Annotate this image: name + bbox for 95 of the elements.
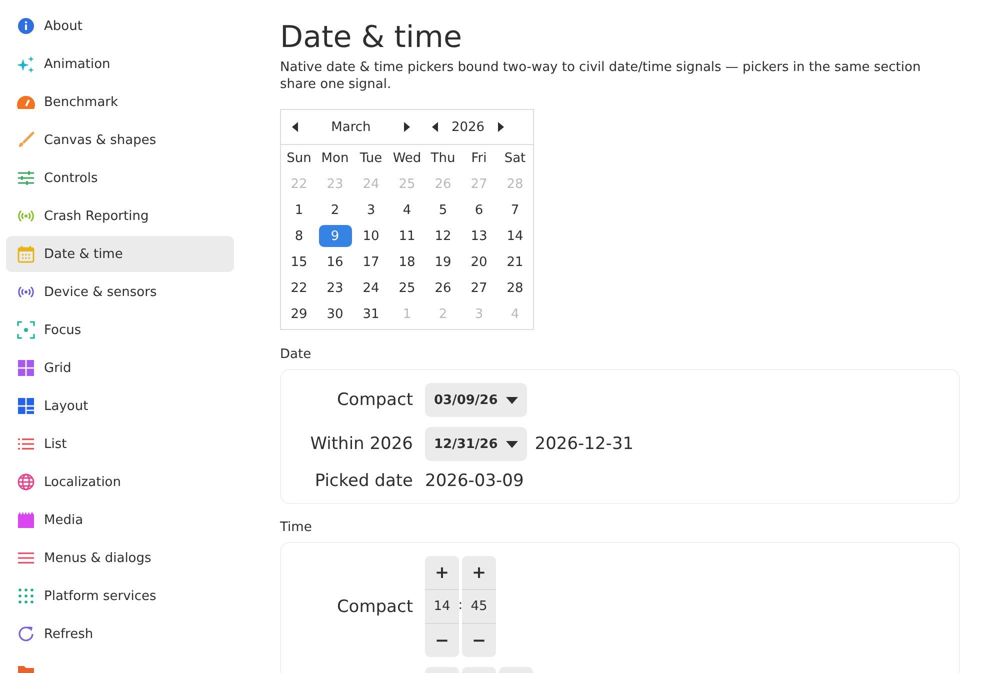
sidebar-item[interactable]: Menus & dialogs <box>6 540 234 576</box>
calendar-day[interactable]: 30 <box>318 303 352 325</box>
decrement-button[interactable]: − <box>462 624 496 657</box>
field-label: Compact <box>336 596 413 616</box>
calendar-day[interactable]: 24 <box>354 277 388 299</box>
calendar-day[interactable]: 21 <box>498 251 532 273</box>
calendar-day[interactable]: 10 <box>354 225 388 247</box>
date-readout: 2026-12-31 <box>534 434 634 454</box>
sidebar-item[interactable]: Date & time <box>6 236 234 272</box>
calendar-day[interactable]: 17 <box>354 251 388 273</box>
weekday-label: Thu <box>430 150 456 166</box>
caret-icon <box>506 396 518 404</box>
caret-icon <box>506 440 518 448</box>
weekday-label: Mon <box>321 150 349 166</box>
calendar-day[interactable]: 28 <box>498 277 532 299</box>
sidebar-item[interactable]: Focus <box>6 312 234 348</box>
brush-icon <box>17 131 35 149</box>
calendar-day[interactable]: 14 <box>498 225 532 247</box>
sidebar-item[interactable]: Platform services <box>6 578 234 614</box>
calendar-day[interactable]: 31 <box>354 303 388 325</box>
increment-button[interactable]: + <box>462 556 496 589</box>
calendar-day[interactable]: 15 <box>282 251 316 273</box>
calendar-day[interactable]: 16 <box>318 251 352 273</box>
clapperboard-icon <box>17 511 35 529</box>
sidebar-item[interactable]: Benchmark <box>6 84 234 120</box>
sidebar-item[interactable]: Controls <box>6 160 234 196</box>
time-separator: : <box>457 597 464 615</box>
sidebar-item[interactable]: List <box>6 426 234 462</box>
sidebar-item[interactable]: Refresh <box>6 616 234 652</box>
sparkle-icon <box>17 55 35 73</box>
sidebar-item[interactable]: Media <box>6 502 234 538</box>
weekday-label: Sun <box>286 150 312 166</box>
field-label: Picked date <box>314 471 413 491</box>
increment-button[interactable]: + <box>425 556 459 589</box>
calendar-day[interactable]: 2 <box>318 199 352 221</box>
date-picker-button[interactable]: 12/31/26 <box>425 427 527 461</box>
page-title: Date & time <box>280 20 463 55</box>
calendar-day[interactable]: 6 <box>462 199 496 221</box>
sidebar-item[interactable]: About <box>6 8 234 44</box>
sidebar-item[interactable]: Device & sensors <box>6 274 234 310</box>
calendar-day[interactable]: 12 <box>426 225 460 247</box>
sidebar-item[interactable]: Layout <box>6 388 234 424</box>
calendar-day[interactable]: 22 <box>282 277 316 299</box>
sliders-icon <box>17 169 35 187</box>
page-description: Native date & time pickers bound two-way to civil date/time signals — pickers in the same section share one signal. <box>280 59 922 93</box>
year-label: 2026 <box>450 120 486 134</box>
calendar-day[interactable]: 11 <box>390 225 424 247</box>
section-label: Date <box>280 347 312 362</box>
sidebar-item[interactable]: Crash Reporting <box>6 198 234 234</box>
calendar-day[interactable]: 23 <box>318 277 352 299</box>
calendar-day[interactable]: 19 <box>426 251 460 273</box>
gauge-icon <box>17 93 35 111</box>
weekday-label: Fri <box>471 150 487 166</box>
field-label: Within 2026 <box>309 434 413 454</box>
calendar-day[interactable]: 4 <box>390 199 424 221</box>
calendar-day[interactable]: 5 <box>426 199 460 221</box>
calendar-day[interactable]: 9 <box>318 225 352 247</box>
next-month-arrow[interactable] <box>403 121 411 133</box>
previous-year-arrow[interactable] <box>431 121 439 133</box>
info-icon <box>17 17 35 35</box>
calendar-day[interactable]: 3 <box>354 199 388 221</box>
layout-icon <box>17 397 35 415</box>
date-picker-button[interactable]: 03/09/26 <box>425 383 527 417</box>
month-label: March <box>330 120 372 134</box>
field-label: Compact <box>336 390 413 410</box>
weekday-label: Wed <box>392 150 422 166</box>
calendar-day[interactable]: 29 <box>282 303 316 325</box>
focus-icon <box>17 321 35 339</box>
sidebar-item[interactable]: Grid <box>6 350 234 386</box>
section-label: Time <box>280 520 313 535</box>
weekday-label: Sat <box>504 150 526 166</box>
calendar-day[interactable]: 27 <box>462 277 496 299</box>
calendar-day[interactable]: 8 <box>282 225 316 247</box>
calendar-day[interactable]: 13 <box>462 225 496 247</box>
dots-icon <box>17 587 35 605</box>
calendar-day[interactable]: 18 <box>390 251 424 273</box>
sidebar-item[interactable]: Localization <box>6 464 234 500</box>
previous-month-arrow[interactable] <box>291 121 299 133</box>
decrement-button[interactable]: − <box>425 624 459 657</box>
sidebar-item[interactable]: Canvas & shapes <box>6 122 234 158</box>
date-readout: 2026-03-09 <box>425 471 524 491</box>
calendar-icon <box>17 245 35 263</box>
calendar-day[interactable]: 26 <box>426 277 460 299</box>
grid-icon <box>17 359 35 377</box>
sidebar-item[interactable]: Animation <box>6 46 234 82</box>
refresh-icon <box>17 625 35 643</box>
next-year-arrow[interactable] <box>497 121 505 133</box>
calendar-day[interactable]: 25 <box>390 277 424 299</box>
time-value[interactable]: 45 <box>462 589 496 624</box>
weekday-label: Tue <box>360 150 382 166</box>
calendar-day[interactable]: 7 <box>498 199 532 221</box>
calendar-day[interactable]: 1 <box>282 199 316 221</box>
time-value[interactable]: 14 <box>425 589 459 624</box>
calendar-day[interactable]: 20 <box>462 251 496 273</box>
globe-icon <box>17 473 35 491</box>
